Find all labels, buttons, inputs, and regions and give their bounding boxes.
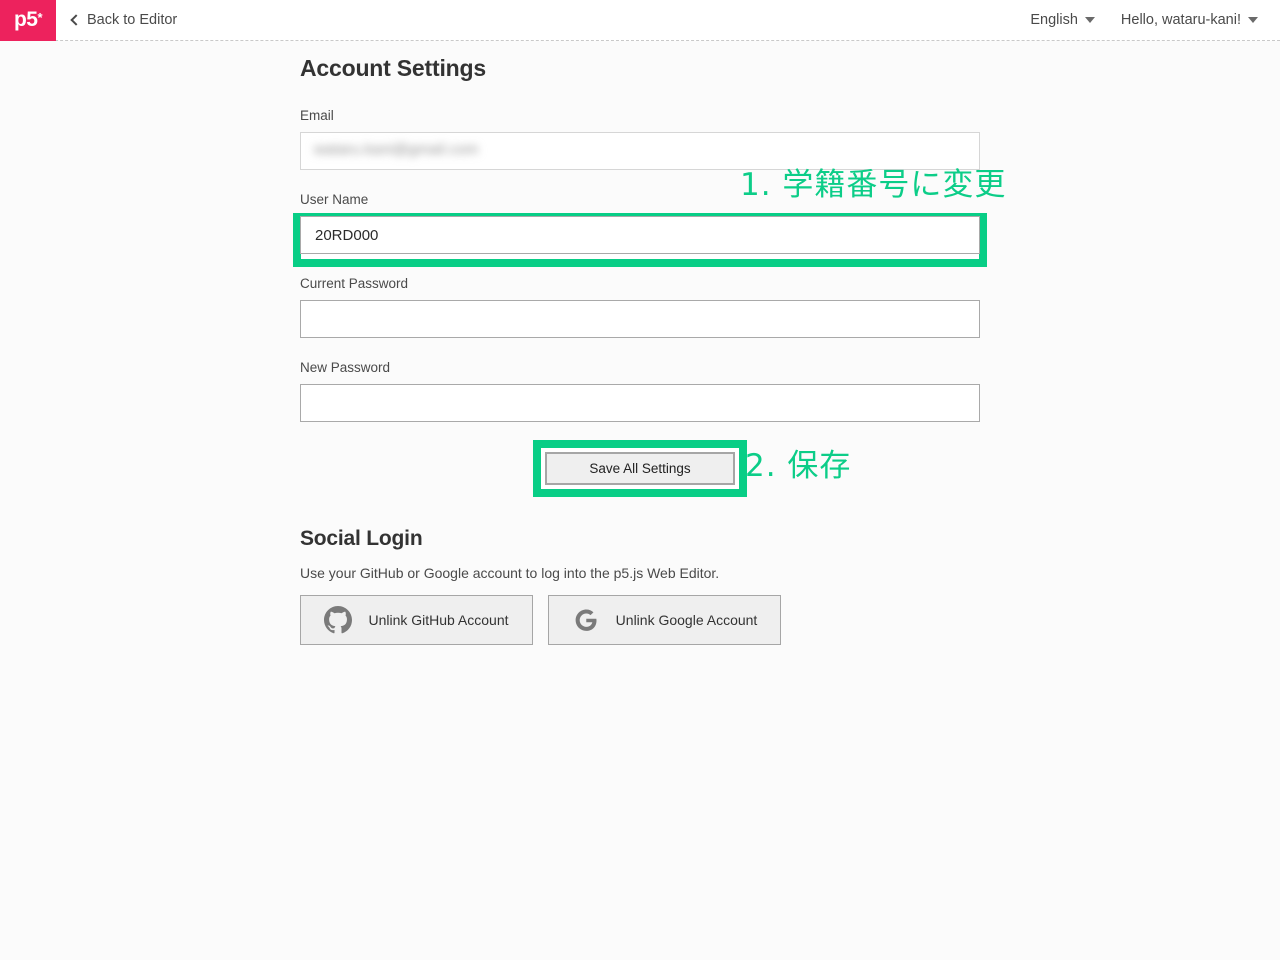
- social-login-title: Social Login: [300, 527, 423, 550]
- current-password-field-group: Current Password: [300, 276, 980, 338]
- save-row: Save All Settings: [300, 440, 980, 497]
- language-selector[interactable]: English: [1030, 12, 1095, 28]
- annotation-step-2: 2. 保存: [745, 448, 852, 484]
- current-password-input[interactable]: [300, 300, 980, 338]
- unlink-github-button[interactable]: Unlink GitHub Account: [300, 595, 533, 645]
- greeting-label: Hello, wataru-kani!: [1120, 12, 1241, 28]
- email-label: Email: [300, 108, 334, 123]
- top-navigation-bar: p5 * Back to Editor English Hello, wataru…: [0, 0, 1280, 41]
- unlink-google-button[interactable]: Unlink Google Account: [548, 595, 781, 645]
- nav-right-group: English Hello, wataru-kani!: [1030, 12, 1258, 28]
- account-settings-content: Account Settings Email wataru.kani@gmail…: [0, 41, 1280, 645]
- language-label: English: [1030, 12, 1078, 28]
- back-to-editor-link[interactable]: Back to Editor: [70, 12, 178, 28]
- username-input[interactable]: [300, 216, 980, 254]
- back-to-editor-label: Back to Editor: [87, 12, 178, 28]
- social-login-description: Use your GitHub or Google account to log…: [300, 565, 720, 581]
- p5-logo[interactable]: p5 *: [0, 0, 56, 41]
- save-all-settings-button[interactable]: Save All Settings: [545, 452, 735, 485]
- chevron-down-icon: [1084, 17, 1095, 23]
- new-password-field-group: New Password: [300, 360, 980, 422]
- chevron-down-icon: [1248, 17, 1258, 23]
- page-title: Account Settings: [300, 55, 486, 81]
- google-icon: [575, 609, 597, 631]
- unlink-google-label: Unlink Google Account: [615, 612, 758, 628]
- unlink-github-label: Unlink GitHub Account: [368, 612, 509, 628]
- chevron-left-icon: [70, 14, 82, 26]
- github-icon: [324, 606, 353, 634]
- annotation-step-1: 1. 学籍番号に変更: [740, 167, 1007, 203]
- new-password-input[interactable]: [300, 384, 980, 422]
- save-highlight-box: Save All Settings: [533, 440, 747, 497]
- p5-logo-text: p5: [13, 8, 38, 31]
- current-password-label: Current Password: [300, 276, 409, 291]
- social-buttons-group: Unlink GitHub Account Unlink Google Acco…: [300, 595, 1280, 645]
- account-menu[interactable]: Hello, wataru-kani!: [1121, 12, 1258, 28]
- new-password-label: New Password: [300, 360, 391, 375]
